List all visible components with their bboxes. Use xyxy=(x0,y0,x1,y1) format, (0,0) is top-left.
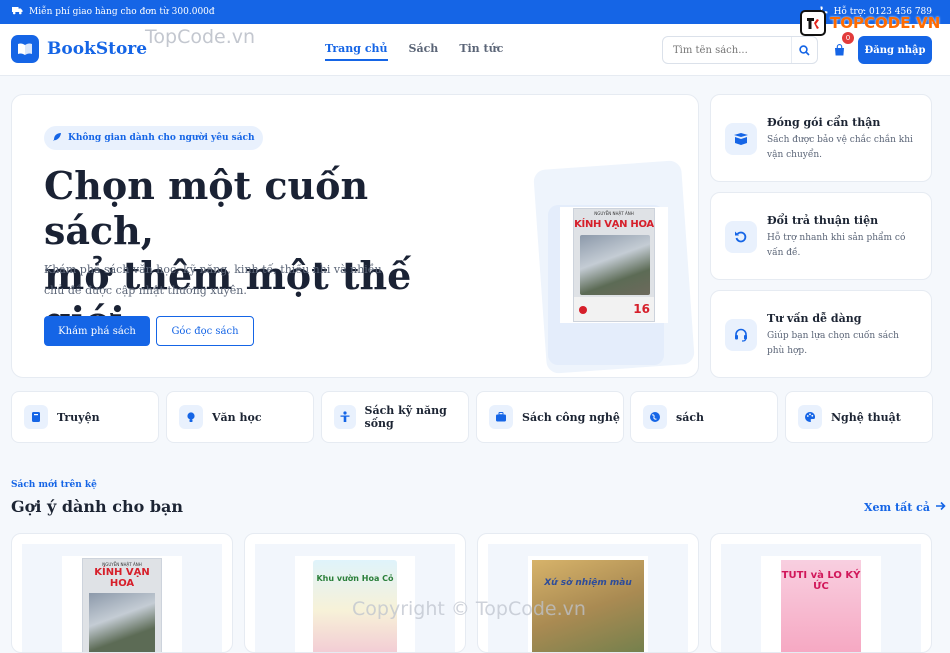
product-title: Xứ sở nhiệm màu xyxy=(544,578,632,588)
open-book-icon xyxy=(11,35,39,63)
book-author: NGUYỄN NHẬT ÁNH xyxy=(594,211,634,216)
hero-tag: Không gian dành cho người yêu sách xyxy=(44,126,263,150)
brand-logo[interactable]: BookStore xyxy=(11,35,147,63)
publisher-logo-icon xyxy=(578,300,588,319)
globe-icon xyxy=(643,405,667,429)
promo-text: Miễn phí giao hàng cho đơn từ 300.000đ xyxy=(29,7,215,17)
see-all-link[interactable]: Xem tất cả xyxy=(864,501,946,514)
product-card[interactable]: Khu vườn Hoa Cỏ xyxy=(244,533,466,653)
feature-title: Đóng gói cẩn thận xyxy=(767,116,881,129)
person-icon xyxy=(334,405,356,429)
watermark-text: TopCode.vn xyxy=(145,26,256,48)
arrow-right-icon xyxy=(935,501,946,514)
see-all-label: Xem tất cả xyxy=(864,501,930,514)
box-icon xyxy=(725,123,757,155)
bulb-icon xyxy=(179,405,203,429)
topcode-logo-watermark: TOPCODE.VN xyxy=(800,10,940,36)
book-title: KÍNH VẠN HOA xyxy=(574,219,654,230)
category-label: Sách công nghệ xyxy=(522,410,620,424)
product-title: KÍNH VẠN HOA xyxy=(94,567,150,589)
search-icon xyxy=(799,41,810,60)
category-card-sach[interactable]: sách xyxy=(630,391,778,443)
category-label: sách xyxy=(676,410,705,424)
product-cover: TUTI và LO KÝ ỨC xyxy=(761,556,881,652)
copyright-watermark: Copyright © TopCode.vn xyxy=(352,598,586,620)
book-icon xyxy=(24,405,48,429)
search-button[interactable] xyxy=(791,37,817,63)
product-card[interactable]: NGUYỄN NHẬT ÁNH KÍNH VẠN HOA xyxy=(11,533,233,653)
shopping-bag-icon xyxy=(834,41,845,60)
explore-books-button[interactable]: Khám phá sách xyxy=(44,316,150,346)
category-card-cong-nghe[interactable]: Sách công nghệ xyxy=(476,391,624,443)
product-image-area: TUTI và LO KÝ ỨC xyxy=(721,544,921,652)
cart-button[interactable]: 0 xyxy=(826,32,854,64)
reading-corner-button[interactable]: Góc đọc sách xyxy=(156,316,254,346)
feature-card: Đóng gói cẩn thận Sách được bảo vệ chắc … xyxy=(710,94,932,182)
category-card-truyen[interactable]: Truyện xyxy=(11,391,159,443)
category-label: Sách kỹ năng sống xyxy=(364,404,447,430)
promo-group: Miễn phí giao hàng cho đơn từ 300.000đ xyxy=(12,6,215,18)
product-card[interactable]: Xứ sở nhiệm màu xyxy=(477,533,699,653)
hero-banner: Không gian dành cho người yêu sách Chọn … xyxy=(11,94,699,378)
feature-desc: Giúp bạn lựa chọn cuốn sách phù hợp. xyxy=(767,331,899,356)
product-cover-art: TUTI và LO KÝ ỨC xyxy=(781,560,861,652)
category-card-nghe-thuat[interactable]: Nghệ thuật xyxy=(785,391,933,443)
nav-news[interactable]: Tin tức xyxy=(459,42,503,61)
book-cover-footer: 16 xyxy=(574,297,654,321)
feature-desc: Sách được bảo vệ chắc chắn khi vận chuyể… xyxy=(767,135,913,160)
category-label: Truyện xyxy=(57,410,100,424)
feature-card: Tư vấn dễ dàng Giúp bạn lựa chọn cuốn sá… xyxy=(710,290,932,378)
login-button[interactable]: Đăng nhập xyxy=(858,36,932,64)
topcode-logo-text: TOPCODE.VN xyxy=(830,14,941,32)
category-card-ky-nang[interactable]: Sách kỹ năng sống xyxy=(321,391,469,443)
nav-books[interactable]: Sách xyxy=(409,42,439,61)
feature-desc: Hỗ trợ nhanh khi sản phẩm có vấn đề. xyxy=(767,233,906,258)
hero-subtitle: Khám phá sách văn học, kỹ năng, kinh tế,… xyxy=(44,263,382,297)
product-card[interactable]: TUTI và LO KÝ ỨC xyxy=(710,533,932,653)
topcode-logo-icon xyxy=(800,10,826,36)
hero-tag-label: Không gian dành cho người yêu sách xyxy=(68,133,255,143)
hero-title-line-1: Chọn một cuốn sách, xyxy=(44,163,369,253)
section-kicker: Sách mới trên kệ xyxy=(11,480,97,490)
book-volume-number: 16 xyxy=(633,302,650,316)
category-card-van-hoc[interactable]: Văn học xyxy=(166,391,314,443)
category-label: Văn học xyxy=(212,410,262,424)
brand-name: BookStore xyxy=(47,39,148,59)
category-label: Nghệ thuật xyxy=(831,410,901,424)
headset-icon xyxy=(725,319,757,351)
section-title: Gợi ý dành cho bạn xyxy=(11,497,184,516)
palette-icon xyxy=(798,405,822,429)
product-image-area: NGUYỄN NHẬT ÁNH KÍNH VẠN HOA xyxy=(22,544,222,652)
search-box xyxy=(662,36,818,64)
book-cover-illustration xyxy=(580,235,650,295)
feature-title: Đổi trả thuận tiện xyxy=(767,214,879,227)
hero-book-frame: NGUYỄN NHẬT ÁNH KÍNH VẠN HOA 16 xyxy=(560,207,668,323)
main-nav: Trang chủ Sách Tin tức xyxy=(325,42,503,61)
briefcase-icon xyxy=(489,405,513,429)
product-illustration xyxy=(89,593,155,652)
feather-icon xyxy=(52,132,62,145)
product-author: NGUYỄN NHẬT ÁNH xyxy=(102,562,142,567)
nav-home[interactable]: Trang chủ xyxy=(325,42,388,61)
truck-icon xyxy=(12,6,23,18)
hero-book-cover: NGUYỄN NHẬT ÁNH KÍNH VẠN HOA 16 xyxy=(573,208,655,322)
product-title: TUTI và LO KÝ ỨC xyxy=(781,570,861,592)
feature-card: Đổi trả thuận tiện Hỗ trợ nhanh khi sản … xyxy=(710,192,932,280)
feature-title: Tư vấn dễ dàng xyxy=(767,312,862,325)
product-cover-art: NGUYỄN NHẬT ÁNH KÍNH VẠN HOA xyxy=(82,558,162,652)
product-title: Khu vườn Hoa Cỏ xyxy=(316,574,394,583)
product-cover: NGUYỄN NHẬT ÁNH KÍNH VẠN HOA xyxy=(62,556,182,652)
return-icon xyxy=(725,221,757,253)
search-input[interactable] xyxy=(663,44,791,56)
